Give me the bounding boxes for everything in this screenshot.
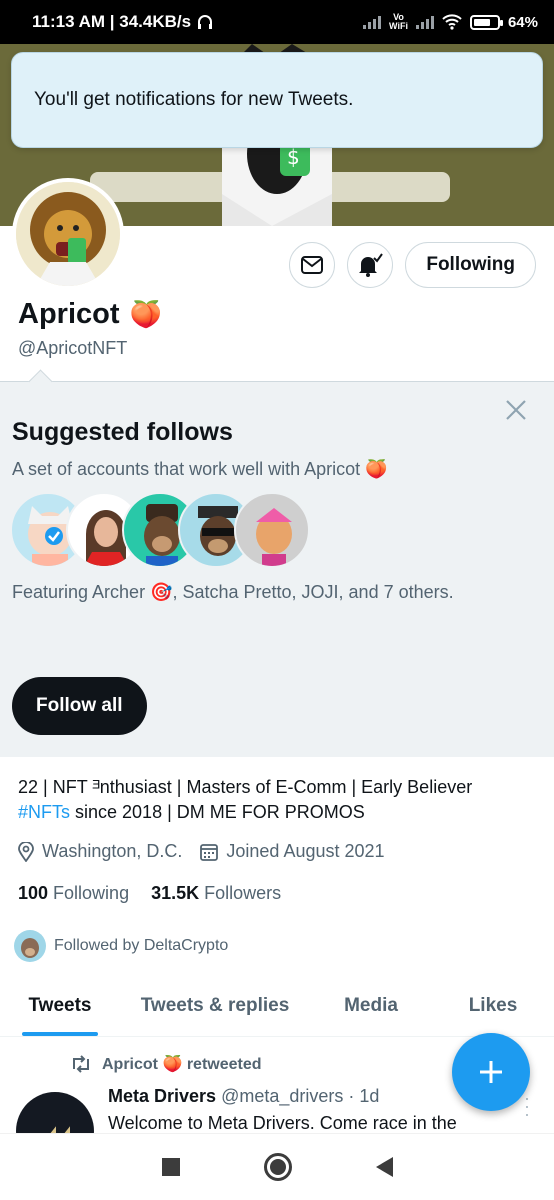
suggested-featuring-text: Featuring Archer 🎯, Satcha Pretto, JOJI,… <box>12 582 454 602</box>
notification-toast: You'll get notifications for new Tweets. <box>11 52 543 148</box>
tab-likes[interactable]: Likes <box>432 975 554 1036</box>
bio-line-2: #NFTs since 2018 | DM ME FOR PROMOS <box>18 800 538 825</box>
peach-emoji: 🍑 <box>129 299 162 329</box>
status-bar: 11:13 AM | 34.4KB/s Vo WiFi 64% <box>0 0 554 44</box>
bio-line-2-text: since 2018 | DM ME FOR PROMOS <box>70 802 365 822</box>
plus-icon <box>480 1061 502 1083</box>
suggested-avatar-5 <box>234 492 310 568</box>
followed-by-row[interactable]: Followed by DeltaCrypto <box>14 930 228 962</box>
joined-text: Joined August 2021 <box>226 841 385 861</box>
followed-by-text: Followed by DeltaCrypto <box>54 937 229 954</box>
followed-by-avatar <box>14 930 46 962</box>
profile-meta: Washington, D.C. Joined August 2021 <box>18 841 385 862</box>
signal-icon <box>363 15 382 29</box>
suggested-title: Suggested follows <box>12 418 233 446</box>
home-button[interactable] <box>263 1153 292 1181</box>
profile-avatar[interactable] <box>12 178 124 290</box>
tweet-author-handle[interactable]: @meta_drivers <box>221 1086 343 1106</box>
hashtag-link[interactable]: #NFTs <box>18 802 70 822</box>
display-name: Apricot <box>18 298 120 330</box>
following-button[interactable]: Following <box>405 242 536 288</box>
joined-item: Joined August 2021 <box>200 841 385 862</box>
recents-button[interactable] <box>161 1158 180 1176</box>
follow-all-button[interactable]: Follow all <box>12 677 147 735</box>
back-button[interactable] <box>375 1157 393 1177</box>
lion-avatar-art <box>16 182 120 286</box>
vowifi-indicator: Vo WiFi <box>389 12 408 31</box>
svg-text:$: $ <box>287 145 300 169</box>
tweet-time: · 1d <box>348 1086 380 1106</box>
signal-icon-2 <box>415 15 434 29</box>
battery-icon <box>469 14 503 30</box>
profile-tabs: Tweets Tweets & replies Media Likes <box>0 975 554 1037</box>
location-pin-icon <box>18 841 34 862</box>
profile-name-row: Apricot 🍑 <box>18 298 162 331</box>
retweet-icon <box>73 1055 89 1073</box>
location-item: Washington, D.C. <box>18 841 182 862</box>
tab-tweets-replies[interactable]: Tweets & replies <box>120 975 310 1036</box>
more-options-icon[interactable]: · · · <box>524 1089 530 1123</box>
calendar-icon <box>200 843 219 861</box>
location-text: Washington, D.C. <box>42 841 183 861</box>
wifi-icon <box>442 14 462 30</box>
tweet-author-name[interactable]: Meta Drivers <box>108 1086 216 1106</box>
battery-level: 64% <box>507 13 538 31</box>
bell-check-icon <box>359 253 384 277</box>
compose-tweet-button[interactable] <box>452 1033 530 1111</box>
retweet-context: Apricot 🍑 retweeted <box>70 1054 262 1074</box>
tweet-text[interactable]: Welcome to Meta Drivers. Come race in th… <box>108 1113 457 1134</box>
profile-bio: 22 | NFT ᴲnthusiast | Masters of E-Comm … <box>18 775 538 825</box>
bio-line-1: 22 | NFT ᴲnthusiast | Masters of E-Comm … <box>18 777 473 797</box>
notifications-toggle-button[interactable] <box>347 242 394 288</box>
tab-media[interactable]: Media <box>310 975 432 1036</box>
message-button[interactable] <box>289 242 336 288</box>
tweet-header: Meta Drivers @meta_drivers · 1d <box>108 1086 379 1107</box>
system-nav-bar <box>0 1133 554 1200</box>
suggested-follows-card: Suggested follows A set of accounts that… <box>0 381 554 757</box>
profile-handle: @ApricotNFT <box>18 338 128 358</box>
following-count-link[interactable]: 100 Following <box>18 883 129 904</box>
headphones-icon <box>198 15 213 29</box>
retweeted-by-text[interactable]: Apricot 🍑 retweeted <box>102 1054 262 1074</box>
suggested-avatars[interactable] <box>10 492 330 568</box>
status-time: 11:13 AM | 34.4KB/s <box>32 12 192 31</box>
profile-actions: Following <box>289 242 536 288</box>
followers-count-link[interactable]: 31.5K Followers <box>151 883 281 904</box>
suggested-subtitle: A set of accounts that work well with Ap… <box>12 459 388 479</box>
envelope-icon <box>301 256 324 274</box>
follow-counts: 100 Following 31.5K Followers <box>18 883 281 904</box>
close-icon[interactable] <box>504 398 528 422</box>
tab-tweets[interactable]: Tweets <box>0 975 120 1036</box>
toast-message: You'll get notifications for new Tweets. <box>34 89 354 110</box>
